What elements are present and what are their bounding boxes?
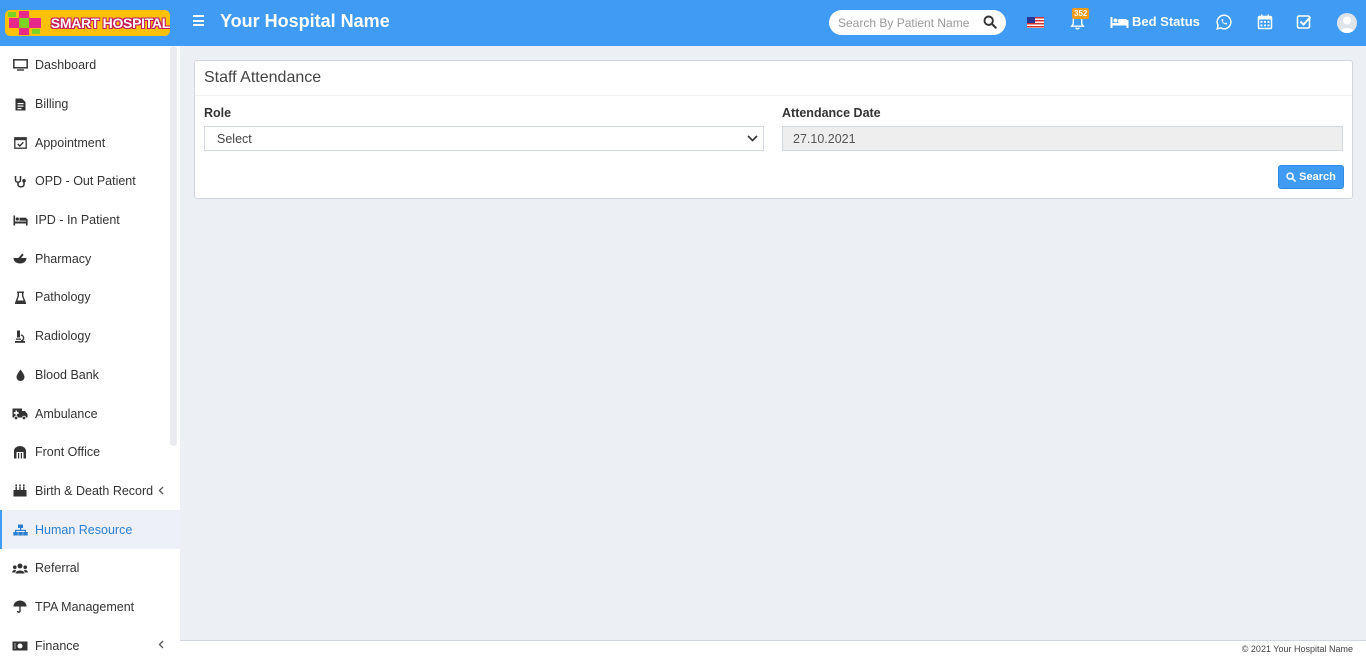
- mortar-pestle-icon: [12, 252, 28, 266]
- sidebar-item-pharmacy[interactable]: Pharmacy: [0, 239, 180, 278]
- sidebar-item-label: IPD - In Patient: [35, 213, 120, 228]
- sidebar-item-appointment[interactable]: Appointment: [0, 123, 180, 162]
- search-button[interactable]: Search: [1278, 165, 1344, 189]
- sidebar-item-label: Finance: [35, 638, 80, 653]
- sidebar-item-label: Referral: [35, 561, 80, 576]
- sidebar-item-label: TPA Management: [35, 599, 135, 614]
- task-check-icon[interactable]: [1296, 14, 1312, 30]
- attendance-date-label: Attendance Date: [782, 106, 881, 120]
- sidebar-item-opd[interactable]: OPD - Out Patient: [0, 162, 180, 201]
- whatsapp-icon[interactable]: [1216, 14, 1232, 30]
- sidebar-item-radiology[interactable]: Radiology: [0, 317, 180, 356]
- monitor-icon: [12, 58, 28, 72]
- money-bill-icon: [12, 639, 28, 653]
- bed-status-button[interactable]: Bed Status: [1110, 14, 1200, 29]
- role-select-value: Select: [217, 131, 252, 146]
- search-icon: [1286, 172, 1297, 182]
- sidebar-item-label: Birth & Death Record: [35, 483, 154, 498]
- sidebar-item-tpa-management[interactable]: TPA Management: [0, 588, 180, 627]
- notification-badge: 352: [1072, 8, 1090, 19]
- sidebar-item-label: Radiology: [35, 329, 91, 344]
- footer-copyright: © 2021 Your Hospital Name: [1241, 644, 1353, 654]
- umbrella-icon: [12, 600, 28, 614]
- sidebar-item-finance[interactable]: Finance: [0, 626, 180, 657]
- attendance-date-value: 27.10.2021: [793, 131, 856, 146]
- sidebar-item-front-office[interactable]: Front Office: [0, 433, 180, 472]
- staff-attendance-panel: Staff Attendance Role Select Attendance …: [194, 60, 1353, 199]
- role-label: Role: [204, 106, 232, 120]
- us-flag-icon[interactable]: [1027, 17, 1044, 28]
- logo-cross-icon: [5, 10, 45, 36]
- sidebar-item-label: Pathology: [35, 290, 91, 305]
- sidebar-item-label: OPD - Out Patient: [35, 174, 136, 189]
- sidebar-item-label: Dashboard: [35, 58, 97, 73]
- sidebar-item-label: Blood Bank: [35, 367, 99, 382]
- calendar-icon[interactable]: [1257, 14, 1273, 30]
- sidebar-item-blood-bank[interactable]: Blood Bank: [0, 356, 180, 395]
- sidebar-item-label: Billing: [35, 97, 69, 112]
- sidebar-item-ambulance[interactable]: Ambulance: [0, 394, 180, 433]
- sitemap-icon: [12, 523, 28, 537]
- logo-text: SMART HOSPITAL: [50, 15, 170, 31]
- calendar-check-icon: [12, 136, 28, 150]
- birthday-cake-icon: [12, 484, 28, 498]
- attendance-date-field[interactable]: 27.10.2021: [782, 126, 1343, 151]
- sidebar: Dashboard Billing Appointment OPD - Out …: [0, 46, 180, 657]
- bed-icon: [1110, 16, 1129, 28]
- sidebar-item-pathology[interactable]: Pathology: [0, 278, 180, 317]
- file-invoice-icon: [12, 97, 28, 111]
- patient-search-input[interactable]: [838, 15, 978, 30]
- sidebar-item-ipd[interactable]: IPD - In Patient: [0, 201, 180, 240]
- top-navbar: SMART HOSPITAL Your Hospital Name 352 Be…: [0, 0, 1366, 46]
- menu-icon[interactable]: [193, 15, 205, 29]
- dungeon-icon: [12, 445, 28, 459]
- sidebar-item-billing[interactable]: Billing: [0, 85, 180, 124]
- chevron-left-icon: [158, 640, 164, 649]
- sidebar-scrollbar[interactable]: [170, 46, 177, 446]
- footer: © 2021 Your Hospital Name: [180, 640, 1366, 657]
- sidebar-item-label: Appointment: [35, 135, 106, 150]
- ambulance-icon: [12, 407, 28, 421]
- sidebar-item-label: Human Resource: [35, 522, 133, 537]
- search-button-label: Search: [1299, 171, 1336, 183]
- user-icon: [1339, 16, 1355, 33]
- tint-icon: [12, 368, 28, 382]
- sidebar-item-referral[interactable]: Referral: [0, 549, 180, 588]
- sidebar-item-label: Front Office: [35, 445, 101, 460]
- flask-icon: [12, 290, 28, 304]
- patient-search: [829, 10, 1006, 35]
- app-logo[interactable]: SMART HOSPITAL: [5, 10, 170, 36]
- user-avatar[interactable]: [1337, 13, 1357, 33]
- chevron-down-icon: [747, 135, 758, 142]
- site-title[interactable]: Your Hospital Name: [220, 11, 390, 32]
- sidebar-item-dashboard[interactable]: Dashboard: [0, 46, 180, 85]
- procedure-bed-icon: [12, 213, 28, 227]
- role-select[interactable]: Select: [204, 126, 764, 151]
- users-icon: [12, 561, 28, 575]
- sidebar-item-birth-death-record[interactable]: Birth & Death Record: [0, 472, 180, 511]
- search-icon[interactable]: [983, 15, 997, 29]
- page-title: Staff Attendance: [204, 69, 322, 86]
- sidebar-item-label: Ambulance: [35, 406, 98, 421]
- bed-status-label: Bed Status: [1132, 14, 1200, 29]
- panel-header: Staff Attendance: [195, 61, 1352, 96]
- sidebar-item-label: Pharmacy: [35, 251, 92, 266]
- sidebar-item-human-resource[interactable]: Human Resource: [0, 510, 180, 549]
- microscope-icon: [12, 329, 28, 343]
- stethoscope-icon: [12, 174, 28, 188]
- chevron-left-icon: [158, 486, 164, 495]
